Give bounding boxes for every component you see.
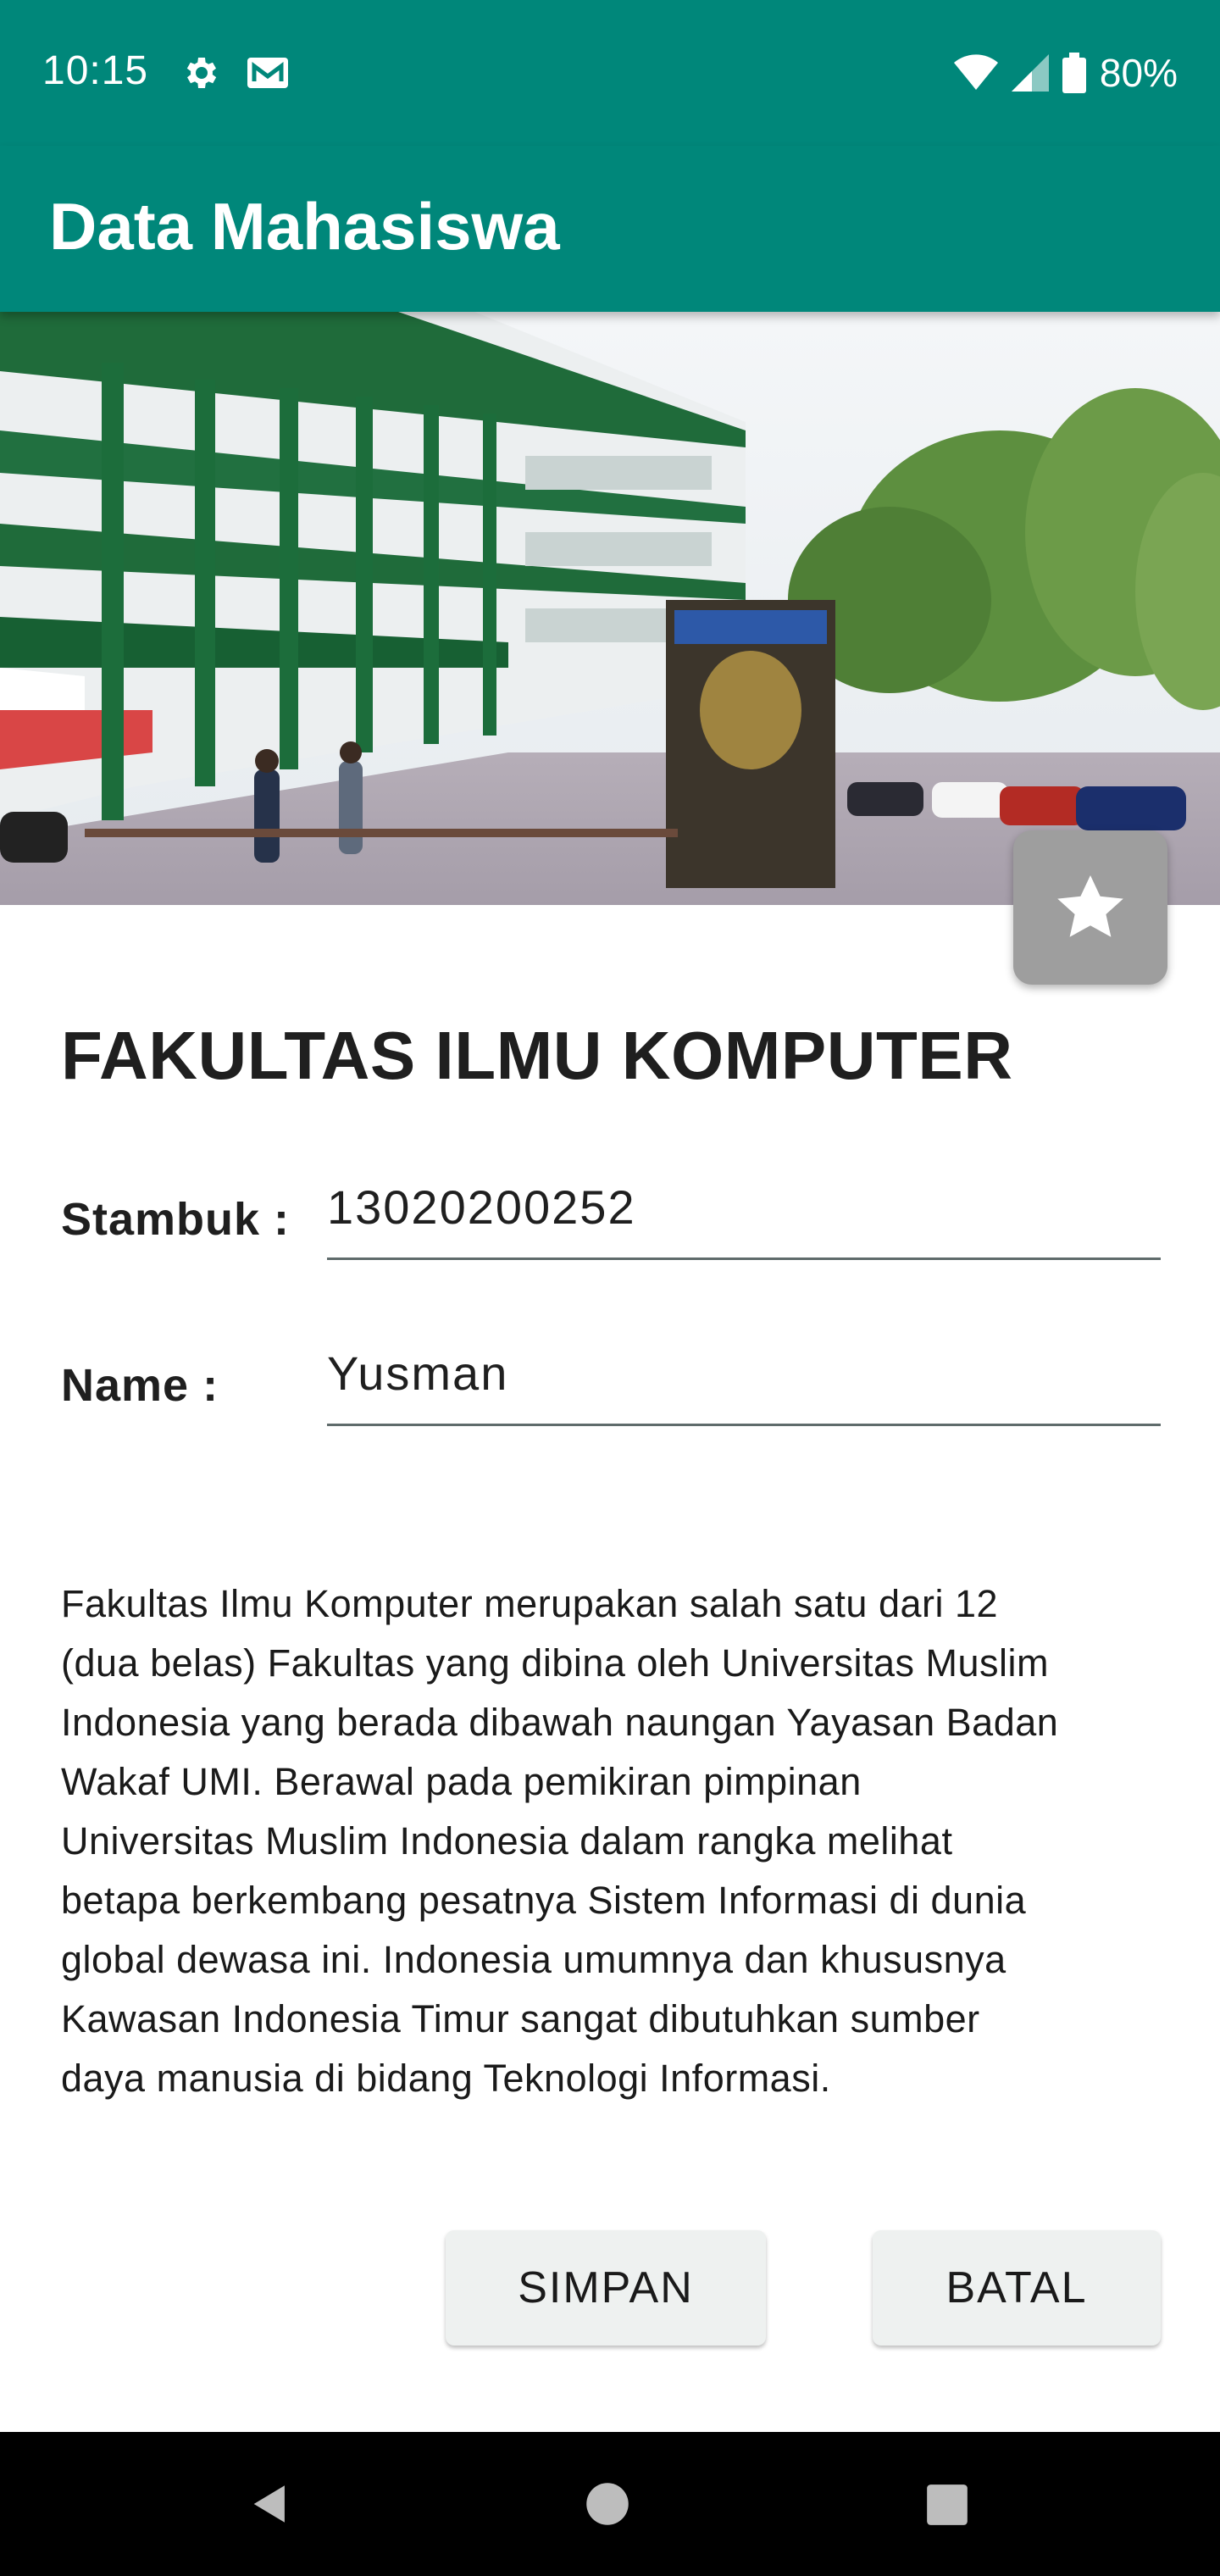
stambuk-label: Stambuk : [61,1194,291,1245]
favorite-button[interactable] [1013,830,1167,985]
star-icon [1057,875,1123,937]
signal-icon [1011,54,1049,92]
stambuk-input-value: 13020200252 [327,1180,636,1234]
faculty-campus-image [0,312,1220,905]
name-label: Name : [61,1360,219,1411]
faculty-heading: FAKULTAS ILMU KOMPUTER [61,1018,1013,1093]
description-line: Kawasan Indonesia Timur sangat dibutuhka… [61,1997,980,2040]
description-line: Universitas Muslim Indonesia dalam rangk… [61,1819,953,1863]
description-line: Wakaf UMI. Berawal pada pemikiran pimpin… [61,1760,862,1803]
description-line: (dua belas) Fakultas yang dibina oleh Un… [61,1641,1050,1685]
home-icon[interactable] [585,2481,630,2527]
wifi-icon [953,54,998,90]
recents-icon[interactable] [925,2483,969,2527]
mail-icon [247,58,288,88]
cancel-button[interactable]: BATAL [873,2230,1161,2346]
description-line: daya manusia di bidang Teknologi Informa… [61,2057,831,2100]
app-title: Data Mahasiswa [49,189,560,264]
name-input-value: Yusman [327,1346,509,1400]
faculty-description: Fakultas Ilmu Komputer merupakan salah s… [61,1574,1171,2108]
battery-icon [1062,53,1086,93]
stambuk-input[interactable]: 13020200252 [327,1173,1161,1260]
description-line: betapa berkembang pesatnya Sistem Inform… [61,1879,1027,1922]
description-line: global dewasa ini. Indonesia umumnya dan… [61,1938,1006,1981]
back-icon[interactable] [246,2479,295,2529]
description-line: Fakultas Ilmu Komputer merupakan salah s… [61,1582,999,1625]
status-right: 80% [953,47,1178,98]
status-time: 10:15 [42,48,149,93]
name-input[interactable]: Yusman [327,1339,1161,1426]
battery-percentage: 80% [1099,51,1178,95]
navigation-bar [0,2432,1220,2576]
gear-icon [186,58,217,88]
description-line: Indonesia yang berada dibawah naungan Ya… [61,1701,1059,1744]
save-button[interactable]: SIMPAN [446,2230,766,2346]
